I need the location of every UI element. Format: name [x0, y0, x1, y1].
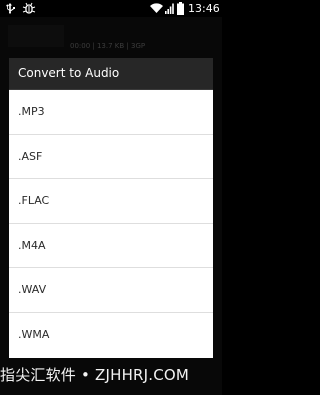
format-option-label: .MP3 — [18, 105, 45, 118]
format-option-mp3[interactable]: .MP3 — [9, 90, 213, 135]
format-option-label: .FLAC — [18, 194, 50, 207]
format-option-label: .WAV — [18, 283, 47, 296]
format-option-label: .M4A — [18, 238, 46, 252]
usb-icon — [6, 3, 16, 14]
signal-icon — [165, 3, 174, 14]
dialog-title: Convert to Audio — [18, 66, 120, 80]
wifi-icon — [150, 3, 163, 13]
watermark-text: 指尖汇软件 • ZJHHRJ.COM — [0, 366, 190, 384]
format-list: .MP3 .ASF .FLAC .M4A .WAV .WMA — [9, 90, 213, 357]
convert-dialog: Convert to Audio .MP3 .ASF .FLAC .M4A .W… — [9, 58, 213, 358]
bug-icon — [22, 2, 36, 14]
dialog-header: Convert to Audio — [9, 58, 213, 90]
battery-icon — [177, 2, 184, 15]
status-clock: 13:46 — [188, 2, 220, 15]
status-bar: 13:46 — [0, 0, 222, 17]
format-option-label: .WMA — [18, 327, 50, 341]
format-option-asf[interactable]: .ASF — [9, 135, 213, 179]
format-option-label: .ASF — [18, 149, 43, 163]
format-option-wav[interactable]: .WAV — [9, 268, 213, 313]
format-option-wma[interactable]: .WMA — [9, 313, 213, 358]
format-option-flac[interactable]: .FLAC — [9, 179, 213, 224]
format-option-m4a[interactable]: .M4A — [9, 224, 213, 268]
